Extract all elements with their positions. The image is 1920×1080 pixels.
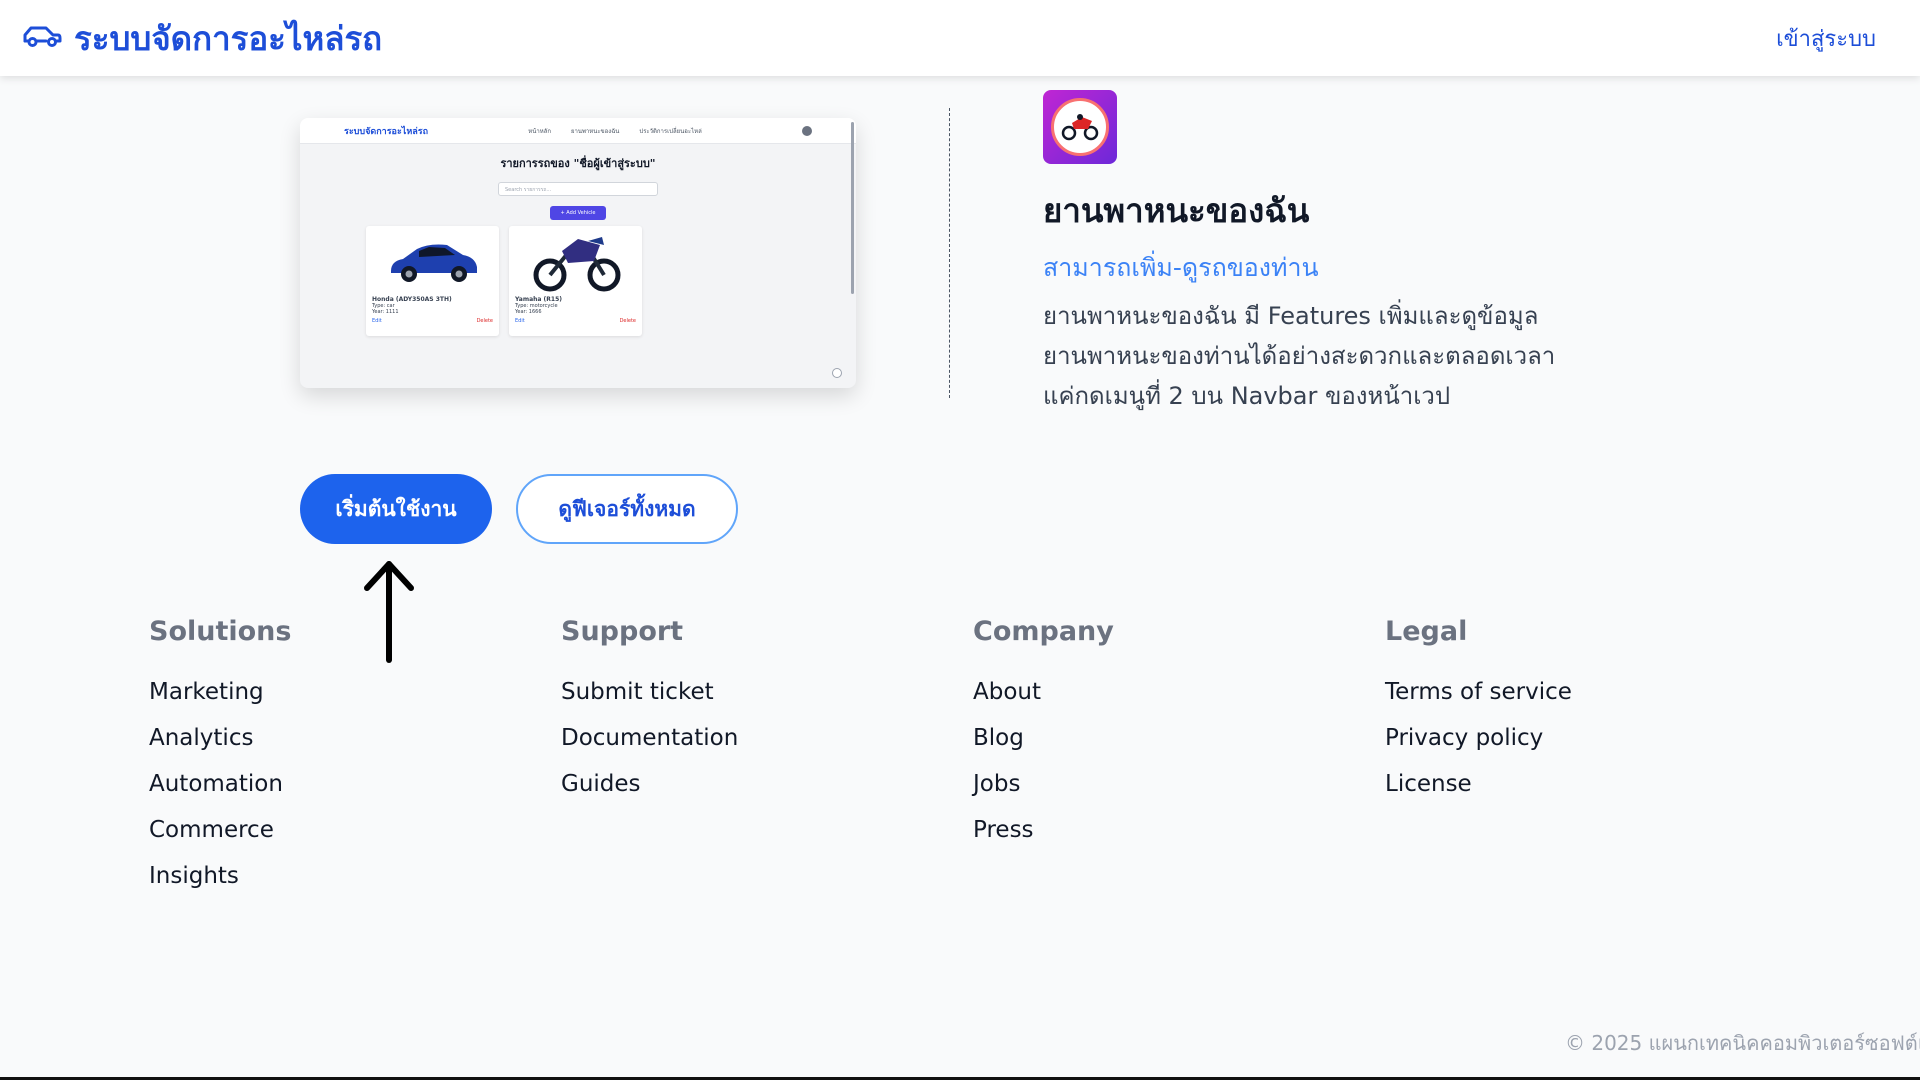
footer-link[interactable]: About [973,679,1114,706]
preview-card-year: Year: 1111 [372,309,399,315]
preview-home-icon [832,368,842,378]
preview-card-delete: Delete [476,318,493,324]
view-all-features-button[interactable]: ดูฟีเจอร์ทั้งหมด [516,474,738,544]
footer-link[interactable]: Privacy policy [1385,725,1572,752]
preview-add-button: + Add Vehicle [550,206,606,220]
car-icon [22,23,62,53]
footer-link[interactable]: Documentation [561,725,738,752]
feature-description-line: แค่กดเมนูที่ 2 บน Navbar ของหน้าเวป [1043,382,1451,410]
preview-card-edit: Edit [372,318,382,324]
preview-search: Search รายการรถ... [498,182,658,196]
brand[interactable]: ระบบจัดการอะไหล่รถ [22,12,382,65]
footer-column-support: Support Submit ticket Documentation Guid… [561,616,738,817]
footer-link[interactable]: Insights [149,863,291,890]
preview-user-icon [801,125,812,136]
arrow-up-icon [362,558,416,668]
footer-link[interactable]: Automation [149,771,291,798]
preview-link-vehicles: ยานพาหนะของฉัน [570,127,620,135]
top-navbar: ระบบจัดการอะไหล่รถ เข้าสู่ระบบ [0,0,1920,76]
footer-link[interactable]: Analytics [149,725,291,752]
footer-link[interactable]: Terms of service [1385,679,1572,706]
feature-app-icon [1043,90,1117,164]
preview-card-name: Yamaha (R15) [515,296,563,303]
footer-link[interactable]: Blog [973,725,1114,752]
preview-scrollbar [851,122,854,294]
preview-card: Honda (ADY350AS 3TH) Type: car Year: 111… [366,226,499,336]
preview-card-edit: Edit [515,318,525,324]
footer-link[interactable]: Submit ticket [561,679,738,706]
preview-card-name: Honda (ADY350AS 3TH) [372,296,452,303]
preview-card-year: Year: 1666 [515,309,542,315]
preview-link-home: หน้าหลัก [528,127,551,135]
get-started-button[interactable]: เริ่มต้นใช้งาน [300,474,492,544]
footer-link[interactable]: Guides [561,771,738,798]
copyright-text: © 2025 แผนกเทคนิคคอมพิวเตอร์ซอฟต์แวร์ [1565,1031,1920,1055]
section-divider [949,108,950,398]
preview-cards: Honda (ADY350AS 3TH) Type: car Year: 111… [366,226,856,336]
preview-link-history: ประวัติการเปลี่ยนอะไหล่ [639,127,702,135]
footer-column-solutions: Solutions Marketing Analytics Automation… [149,616,291,909]
feature-preview-screenshot: ระบบจัดการอะไหล่รถ หน้าหลัก ยานพาหนะของฉ… [300,118,856,388]
preview-brand: ระบบจัดการอะไหล่รถ [344,126,429,137]
feature-description-line: ยานพาหนะของท่านได้อย่างสะดวกและตลอดเวลา [1043,342,1556,370]
footer-heading: Company [973,616,1114,647]
preview-nav-links: หน้าหลัก ยานพาหนะของฉัน ประวัติการเปลี่ย… [528,126,702,136]
footer-link[interactable]: License [1385,771,1572,798]
footer-heading: Solutions [149,616,292,647]
footer-link[interactable]: Marketing [149,679,291,706]
feature-description: ยานพาหนะของฉัน มี Features เพิ่มและดูข้อ… [1043,296,1603,416]
preview-card: Yamaha (R15) Type: motorcycle Year: 1666… [509,226,642,336]
feature-subtitle: สามารถเพิ่ม-ดูรถของท่าน [1043,253,1319,282]
footer-column-company: Company About Blog Jobs Press [973,616,1114,863]
login-link[interactable]: เข้าสู่ระบบ [1776,21,1876,56]
preview-navbar: ระบบจัดการอะไหล่รถ หน้าหลัก ยานพาหนะของฉ… [300,118,856,144]
preview-title: รายการรถของ "ชื่อผู้เข้าสู่ระบบ" [500,157,656,170]
brand-title: ระบบจัดการอะไหล่รถ [74,18,383,58]
footer-heading: Legal [1385,616,1468,647]
feature-title: ยานพาหนะของฉัน [1043,191,1310,230]
preview-card-delete: Delete [619,318,636,324]
motorcycle-image [515,230,636,294]
footer-link[interactable]: Press [973,817,1114,844]
footer-column-legal: Legal Terms of service Privacy policy Li… [1385,616,1572,817]
feature-description-line: ยานพาหนะของฉัน มี Features เพิ่มและดูข้อ… [1043,302,1539,330]
footer-heading: Support [561,616,684,647]
footer-link[interactable]: Jobs [973,771,1114,798]
footer-link[interactable]: Commerce [149,817,291,844]
car-image [372,230,493,294]
motorcycle-logo-icon [1051,98,1109,156]
